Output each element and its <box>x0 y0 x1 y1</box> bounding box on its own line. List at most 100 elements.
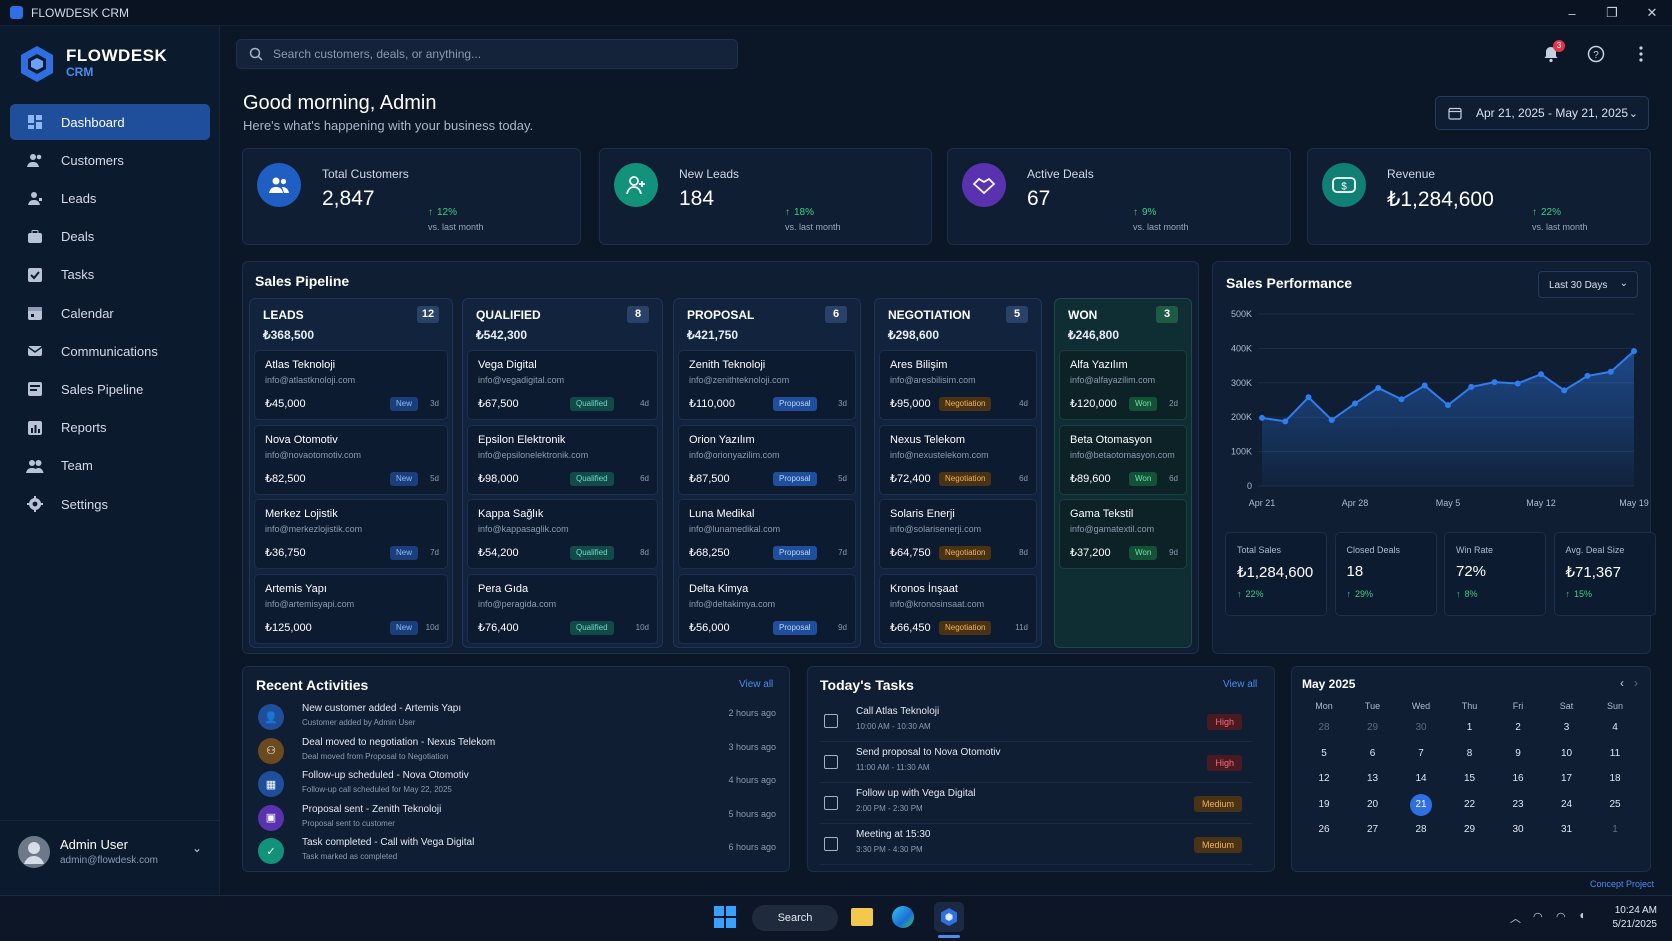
notification-bell-icon[interactable]: 3 <box>1540 40 1565 65</box>
calendar-day[interactable]: 4 <box>1595 722 1635 733</box>
deal-card[interactable]: Epsilon Elektronik info@epsilonelektronik… <box>467 424 658 495</box>
sidebar-item-deals[interactable]: Deals <box>10 219 210 255</box>
stat-card[interactable]: Total Customers 2,847 ↑ 12% vs. last month <box>242 148 581 245</box>
calendar-day-today[interactable]: 21 <box>1401 793 1441 816</box>
calendar-day[interactable]: 29 <box>1450 824 1490 835</box>
task-checkbox[interactable] <box>824 796 838 810</box>
deal-card[interactable]: Vega Digital info@vegadigital.com ₺67,500 Q… <box>467 350 658 420</box>
sidebar-item-leads[interactable]: Leads <box>10 180 210 216</box>
deal-card[interactable]: Beta Otomasyon info@betaotomasyon.com ₺89,… <box>1059 424 1187 495</box>
deal-card[interactable]: Gama Tekstil info@gamatextil.com ₺37,200 Wo… <box>1059 499 1187 569</box>
calendar-day[interactable]: 18 <box>1595 773 1635 784</box>
close-button[interactable]: ✕ <box>1632 0 1672 26</box>
chevron-down-icon[interactable]: ⌄ <box>192 841 202 855</box>
activity-item[interactable]: ⚇ Deal moved to negotiation - Nexus Telek… <box>258 736 776 769</box>
taskbar-search[interactable]: Search <box>752 905 838 931</box>
deal-card[interactable]: Luna Medikal info@lunamedikal.com ₺68,250 P… <box>678 499 856 569</box>
deal-card[interactable]: Kappa Sağlık info@kappasaglik.com ₺54,200 Q… <box>467 499 658 569</box>
calendar-day[interactable]: 22 <box>1450 799 1490 810</box>
calendar-day[interactable]: 2 <box>1498 722 1538 733</box>
calendar-day[interactable]: 25 <box>1595 799 1635 810</box>
deal-card[interactable]: Pera Gıda info@peragida.com ₺76,400 Qualifi… <box>467 573 658 644</box>
sidebar-item-sales-pipeline[interactable]: Sales Pipeline <box>10 371 210 407</box>
calendar-day[interactable]: 9 <box>1498 748 1538 759</box>
deal-card[interactable]: Alfa Yazılım info@alfayazilim.com ₺120,000… <box>1059 350 1187 420</box>
task-checkbox[interactable] <box>824 837 838 851</box>
minimize-button[interactable]: – <box>1552 0 1592 26</box>
calendar-day[interactable]: 11 <box>1595 748 1635 759</box>
deal-card[interactable]: Orion Yazılım info@orionyazilim.com ₺87,50… <box>678 424 856 495</box>
calendar-day[interactable]: 16 <box>1498 773 1538 784</box>
calendar-day[interactable]: 30 <box>1498 824 1538 835</box>
volume-icon[interactable]: ◖ <box>1578 908 1585 922</box>
task-checkbox[interactable] <box>824 714 838 728</box>
help-icon[interactable]: ? <box>1585 43 1607 65</box>
calendar-day[interactable]: 5 <box>1304 748 1344 759</box>
task-checkbox[interactable] <box>824 755 838 769</box>
sidebar-item-reports[interactable]: Reports <box>10 410 210 446</box>
calendar-day[interactable]: 17 <box>1547 773 1587 784</box>
flowdesk-taskbar-icon[interactable] <box>934 902 964 932</box>
calendar-day[interactable]: 13 <box>1353 773 1393 784</box>
calendar-day[interactable]: 19 <box>1304 799 1344 810</box>
calendar-day[interactable]: 31 <box>1547 824 1587 835</box>
search-input[interactable]: Search customers, deals, or anything... <box>236 39 738 69</box>
calendar-day[interactable]: 23 <box>1498 799 1538 810</box>
network-icon[interactable]: ◠ <box>1556 910 1566 923</box>
calendar-day[interactable]: 29 <box>1353 722 1393 733</box>
sidebar-item-dashboard[interactable]: Dashboard <box>10 104 210 140</box>
deal-card[interactable]: Nexus Telekom info@nexustelekom.com ₺72,40… <box>879 424 1037 495</box>
deal-card[interactable]: Merkez Lojistik info@merkezlojistik.com ₺3… <box>254 499 448 569</box>
tray-chevron-up-icon[interactable]: ︿ <box>1510 910 1521 926</box>
deal-card[interactable]: Ares Bilişim info@aresbilisim.com ₺95,000 N… <box>879 350 1037 420</box>
deal-card[interactable]: Zenith Teknoloji info@zenithteknoloji.com… <box>678 350 856 420</box>
calendar-day[interactable]: 1 <box>1595 824 1635 835</box>
calendar-day[interactable]: 8 <box>1450 748 1490 759</box>
stat-card[interactable]: $ Revenue ₺1,284,600 ↑ 22% vs. last month <box>1307 148 1651 245</box>
sidebar-item-communications[interactable]: Communications <box>10 333 210 369</box>
edge-browser-icon[interactable] <box>892 906 914 928</box>
calendar-day[interactable]: 14 <box>1401 773 1441 784</box>
performance-range-select[interactable]: Last 30 Days ⌄ <box>1538 271 1638 298</box>
calendar-day[interactable]: 30 <box>1401 722 1441 733</box>
deal-card[interactable]: Kronos İnşaat info@kronosinsaat.com ₺66,45… <box>879 573 1037 644</box>
calendar-day[interactable]: 27 <box>1353 824 1393 835</box>
calendar-day[interactable]: 20 <box>1353 799 1393 810</box>
deal-card[interactable]: Nova Otomotiv info@novaotomotiv.com ₺82,50… <box>254 424 448 495</box>
more-options-icon[interactable] <box>1630 43 1652 65</box>
activity-item[interactable]: ▦ Follow-up scheduled - Nova Otomotiv Foll… <box>258 769 776 802</box>
maximize-button[interactable]: ❐ <box>1592 0 1632 26</box>
windows-start-icon[interactable] <box>714 906 736 928</box>
activities-view-all-link[interactable]: View all <box>739 679 773 690</box>
calendar-day[interactable]: 10 <box>1547 748 1587 759</box>
deal-card[interactable]: Delta Kimya info@deltakimya.com ₺56,000 Pro… <box>678 573 856 644</box>
calendar-next-icon[interactable]: › <box>1634 676 1638 690</box>
sidebar-item-calendar[interactable]: Calendar <box>10 295 210 331</box>
deal-card[interactable]: Artemis Yapı info@artemisyapi.com ₺125,000… <box>254 573 448 644</box>
brand[interactable]: FLOWDESK CRM <box>18 44 167 84</box>
sidebar-item-team[interactable]: Team <box>10 448 210 484</box>
calendar-day[interactable]: 12 <box>1304 773 1344 784</box>
calendar-day[interactable]: 6 <box>1353 748 1393 759</box>
stat-card[interactable]: New Leads 184 ↑ 18% vs. last month <box>599 148 932 245</box>
tasks-view-all-link[interactable]: View all <box>1223 679 1257 690</box>
calendar-day[interactable]: 28 <box>1304 722 1344 733</box>
date-range-picker[interactable]: Apr 21, 2025 - May 21, 2025 ⌄ <box>1435 96 1649 130</box>
calendar-day[interactable]: 3 <box>1547 722 1587 733</box>
activity-item[interactable]: ✓ Task completed - Call with Vega Digital… <box>258 836 776 869</box>
stat-card[interactable]: Active Deals 67 ↑ 9% vs. last month <box>947 148 1291 245</box>
activity-item[interactable]: ▣ Proposal sent - Zenith Teknoloji Proposa… <box>258 803 776 836</box>
activity-item[interactable]: 👤 New customer added - Artemis Yapı Custom… <box>258 702 776 735</box>
calendar-day[interactable]: 26 <box>1304 824 1344 835</box>
calendar-day[interactable]: 28 <box>1401 824 1441 835</box>
calendar-prev-icon[interactable]: ‹ <box>1620 676 1624 690</box>
calendar-day[interactable]: 7 <box>1401 748 1441 759</box>
deal-card[interactable]: Atlas Teknoloji info@atlastknoloji.com ₺45… <box>254 350 448 420</box>
sidebar-item-tasks[interactable]: Tasks <box>10 257 210 293</box>
sidebar-item-customers[interactable]: Customers <box>10 142 210 178</box>
calendar-day[interactable]: 1 <box>1450 722 1490 733</box>
sidebar-item-settings[interactable]: Settings <box>10 486 210 522</box>
file-explorer-icon[interactable] <box>851 908 873 926</box>
user-profile[interactable]: Admin User admin@flowdesk.com ⌄ <box>0 820 220 895</box>
wifi-icon[interactable]: ◠ <box>1533 910 1543 923</box>
